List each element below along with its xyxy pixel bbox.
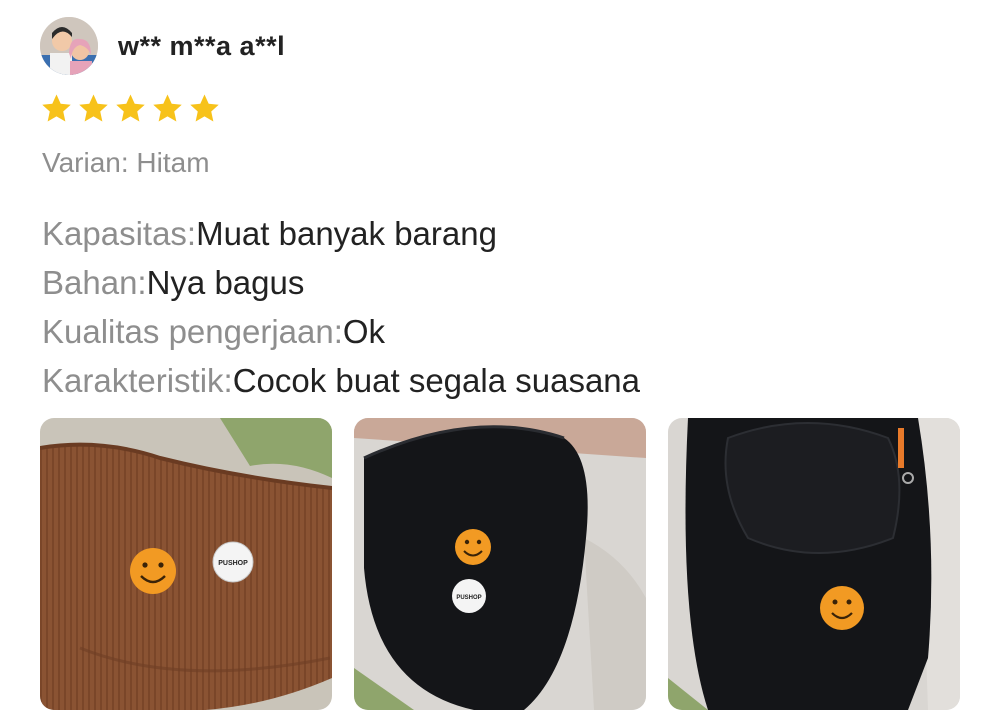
- star-icon: [42, 94, 71, 122]
- review-photos: PUSHOP PUSHOP: [40, 418, 960, 710]
- pin-label: PUSHOP: [456, 595, 481, 601]
- attribute-row: Bahan:Nya bagus: [42, 258, 640, 307]
- reviewer-name: w** m**a a**l: [118, 30, 286, 61]
- star-icon: [79, 94, 108, 122]
- review-photo-2[interactable]: PUSHOP: [354, 418, 646, 710]
- star-icon: [116, 94, 145, 122]
- pin-label: PUSHOP: [218, 560, 248, 567]
- black-bag-photo: PUSHOP: [354, 418, 646, 710]
- review-card: w** m**a a**l Varian: Hitam Kapasitas:Mu…: [0, 0, 1000, 723]
- attribute-row: Kapasitas:Muat banyak barang: [42, 209, 640, 258]
- review-photo-3[interactable]: [668, 418, 960, 710]
- avatar-image: [40, 17, 98, 75]
- black-bag-flap-photo: [668, 418, 960, 710]
- attribute-value: Ok: [342, 313, 386, 350]
- review-photo-1[interactable]: PUSHOP: [40, 418, 332, 710]
- attribute-value: Cocok buat segala suasana: [232, 362, 640, 399]
- attribute-label: Bahan:: [42, 264, 147, 301]
- star-icon: [190, 94, 219, 122]
- attribute-row: Karakteristik:Cocok buat segala suasana: [42, 356, 640, 405]
- attribute-value: Nya bagus: [146, 264, 305, 301]
- attribute-row: Kualitas pengerjaan:Ok: [42, 307, 640, 356]
- attribute-label: Kapasitas:: [42, 215, 197, 252]
- star-icon: [153, 94, 182, 122]
- attribute-label: Karakteristik:: [42, 362, 233, 399]
- attribute-label: Kualitas pengerjaan:: [42, 313, 343, 350]
- review-header: w** m**a a**l: [40, 16, 285, 76]
- review-attributes: Kapasitas:Muat banyak barang Bahan:Nya b…: [42, 209, 640, 405]
- attribute-value: Muat banyak barang: [196, 215, 497, 252]
- star-rating: [40, 92, 221, 125]
- variant-label: Varian: Hitam: [42, 147, 210, 178]
- avatar[interactable]: [40, 17, 98, 75]
- brown-bag-photo: PUSHOP: [40, 418, 332, 710]
